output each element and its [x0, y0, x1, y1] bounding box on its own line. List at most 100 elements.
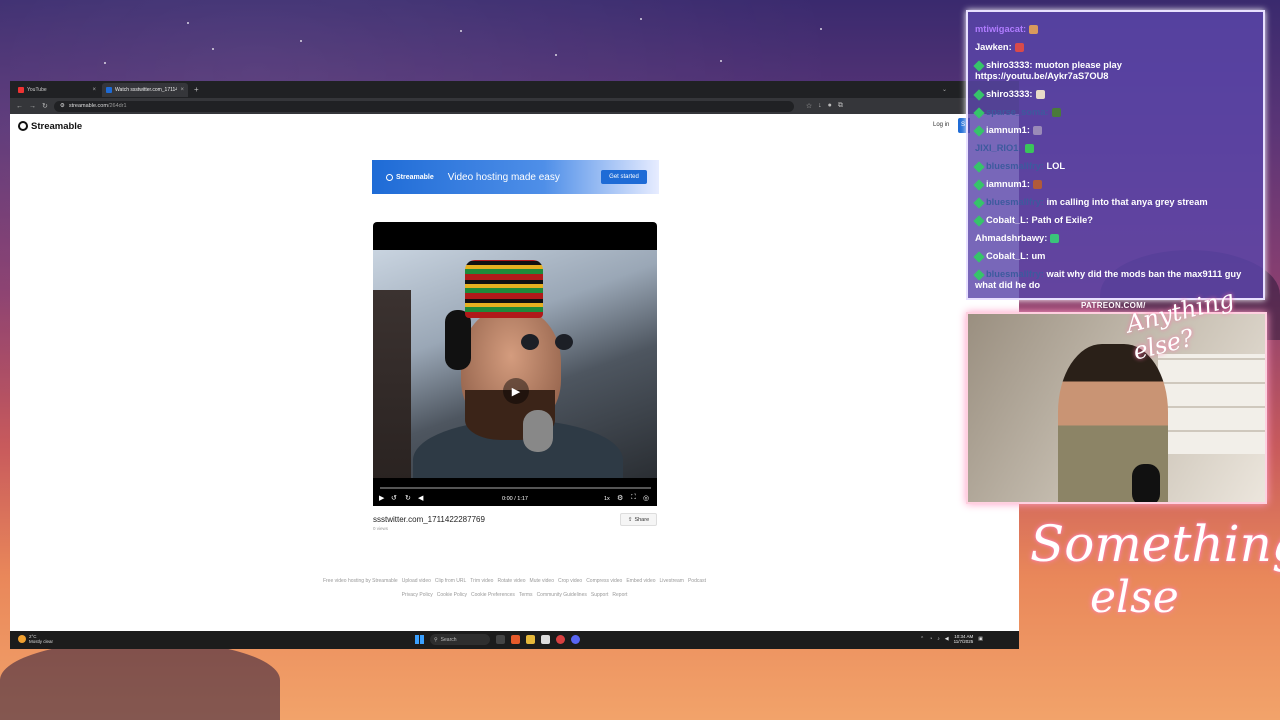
chat-message: iamnum1:	[973, 124, 1257, 137]
play-icon[interactable]: ▶	[379, 494, 384, 502]
chat-message: Cobalt_L: um	[973, 250, 1257, 263]
chat-username[interactable]: iamnum1:	[986, 179, 1030, 189]
download-icon[interactable]: ↓	[818, 102, 822, 110]
task-view-icon[interactable]	[496, 635, 505, 644]
get-started-button[interactable]: Get started	[601, 170, 647, 184]
volume-icon[interactable]: ◀	[418, 494, 423, 502]
weather-widget[interactable]: 2°C Mostly clear	[18, 634, 53, 644]
promo-banner[interactable]: Streamable Video hosting made easy Get s…	[372, 160, 659, 194]
brave-icon[interactable]	[511, 635, 520, 644]
subscriber-badge-icon	[973, 250, 985, 263]
profile-icon[interactable]: ●	[828, 102, 832, 110]
speaker-icon[interactable]: ◀	[945, 636, 949, 642]
chat-username[interactable]: bluesmallfry:	[986, 161, 1044, 171]
forward-icon[interactable]: →	[29, 103, 36, 110]
footer-link[interactable]: Privacy Policy	[402, 592, 433, 598]
footer-link[interactable]: Compress video	[586, 578, 622, 584]
chat-text: LOL	[1046, 161, 1066, 171]
footer-link[interactable]: Community Guidelines	[537, 592, 587, 598]
speed-button[interactable]: 1x	[604, 496, 610, 502]
footer-link[interactable]: Cookie Policy	[437, 592, 467, 598]
subscriber-badge-icon	[973, 124, 985, 137]
reload-icon[interactable]: ↻	[42, 102, 48, 110]
share-label: Share	[634, 516, 650, 523]
banner-logo-text: Streamable	[396, 173, 434, 181]
footer-link[interactable]: Rotate video	[497, 578, 525, 584]
chat-username[interactable]: shiro3333:	[986, 60, 1033, 70]
chat-message: iamnum1:	[973, 178, 1257, 191]
chat-username[interactable]: Jawken:	[975, 42, 1012, 52]
close-icon[interactable]: ×	[180, 87, 184, 93]
chat-username[interactable]: bluesmallfry:	[986, 197, 1044, 207]
chat-username[interactable]: shiro3333:	[986, 89, 1033, 99]
tab-search-icon[interactable]: ⌄	[942, 86, 947, 93]
chat-username[interactable]: bluesmallfry:	[986, 269, 1044, 279]
chat-username[interactable]: Ahmadshrbawy:	[975, 233, 1047, 243]
webcam-microphone	[1132, 464, 1160, 502]
footer-link[interactable]: Report	[612, 592, 627, 598]
tab-streamable[interactable]: Watch ssstwitter.com_17114222 ×	[102, 82, 188, 97]
weather-desc: Mostly clear	[29, 639, 54, 644]
back-icon[interactable]: ←	[16, 103, 23, 110]
tab-youtube[interactable]: YouTube ×	[14, 83, 100, 97]
close-icon[interactable]: ×	[92, 87, 96, 93]
site-info-icon[interactable]: ⚙	[60, 103, 65, 109]
footer-link[interactable]: Crop video	[558, 578, 582, 584]
play-overlay-icon[interactable]: ▶	[503, 378, 529, 404]
taskbar-search[interactable]: ⚲ Search	[430, 634, 490, 645]
start-icon[interactable]	[415, 635, 424, 644]
subscriber-badge-icon	[973, 214, 985, 227]
address-bar: ← → ↻ ⚙ streamable.com/264dr1 ☆ ↓ ● ⧉	[10, 98, 1019, 114]
new-tab-button[interactable]: +	[194, 85, 199, 94]
chat-username[interactable]: JIXI_RIO1:	[975, 143, 1022, 153]
footer-link[interactable]: Clip from URL	[435, 578, 466, 584]
emote-icon	[1032, 126, 1042, 136]
share-button[interactable]: ⇪ Share	[620, 513, 657, 526]
streamable-icon[interactable]: ◎	[643, 494, 649, 502]
footer-link[interactable]: Podcast	[688, 578, 706, 584]
video-shelf	[373, 290, 411, 480]
footer-link[interactable]: Cookie Preferences	[471, 592, 515, 598]
windows-taskbar: 2°C Mostly clear ⚲ Search ⌃ ◔ ♪ ◀ 10:34 AM…	[10, 631, 1019, 649]
footer-link[interactable]: Mute video	[530, 578, 554, 584]
footer-link[interactable]: Terms	[519, 592, 533, 598]
search-icon: ⚲	[434, 636, 438, 643]
subscriber-badge-icon	[973, 106, 985, 119]
footer-link[interactable]: Trim video	[470, 578, 493, 584]
forward-skip-icon[interactable]: ↻	[405, 494, 411, 502]
streamable-logo[interactable]: Streamable	[18, 121, 82, 132]
mic-icon[interactable]: ♪	[937, 636, 940, 642]
footer-link[interactable]: Livestream	[660, 578, 684, 584]
footer-link[interactable]: Upload video	[402, 578, 431, 584]
network-icon[interactable]: ◔	[929, 636, 932, 642]
chevron-up-icon[interactable]: ⌃	[920, 636, 924, 642]
url-field[interactable]: ⚙ streamable.com/264dr1	[53, 100, 794, 112]
clock[interactable]: 10:34 AM 11/7/2025	[954, 634, 974, 644]
chrome-icon[interactable]	[556, 635, 565, 644]
video-frame[interactable]: ▶	[373, 250, 657, 500]
notification-icon[interactable]: ▣	[978, 636, 983, 642]
footer-link[interactable]: Embed video	[626, 578, 655, 584]
footer-link[interactable]: Free video hosting by Streamable	[323, 578, 398, 584]
chat-message: bluesmallfry: im calling into that anya …	[973, 196, 1257, 209]
bookmark-star-icon[interactable]: ☆	[806, 102, 812, 110]
chat-username[interactable]: Cobalt_L:	[986, 251, 1029, 261]
rewind-icon[interactable]: ↺	[391, 494, 397, 502]
extensions-icon[interactable]: ⧉	[838, 102, 843, 110]
video-player[interactable]: ▶ ▶ ↺ ↻ ◀ 0:00 / 1:17 1x ⚙ ⛶ ◎	[373, 222, 657, 506]
settings-icon[interactable]: ⚙	[617, 494, 623, 502]
app-icon[interactable]	[541, 635, 550, 644]
footer-link[interactable]: Support	[591, 592, 609, 598]
streamable-page: Streamable Log in S Streamable Video hos…	[10, 114, 1019, 633]
fullscreen-icon[interactable]: ⛶	[631, 494, 636, 502]
file-explorer-icon[interactable]	[526, 635, 535, 644]
chat-username[interactable]: mtiwigacat:	[975, 24, 1026, 34]
discord-icon[interactable]	[571, 635, 580, 644]
emote-icon	[1051, 108, 1061, 118]
progress-bar[interactable]	[380, 487, 651, 489]
chat-username[interactable]: iamnum1:	[986, 125, 1030, 135]
chat-text: im calling into that anya grey stream	[1046, 197, 1208, 207]
chat-username[interactable]: Cobalt_L:	[986, 215, 1029, 225]
chat-username[interactable]: sparse_soma:	[986, 107, 1049, 117]
login-link[interactable]: Log in	[933, 122, 949, 128]
